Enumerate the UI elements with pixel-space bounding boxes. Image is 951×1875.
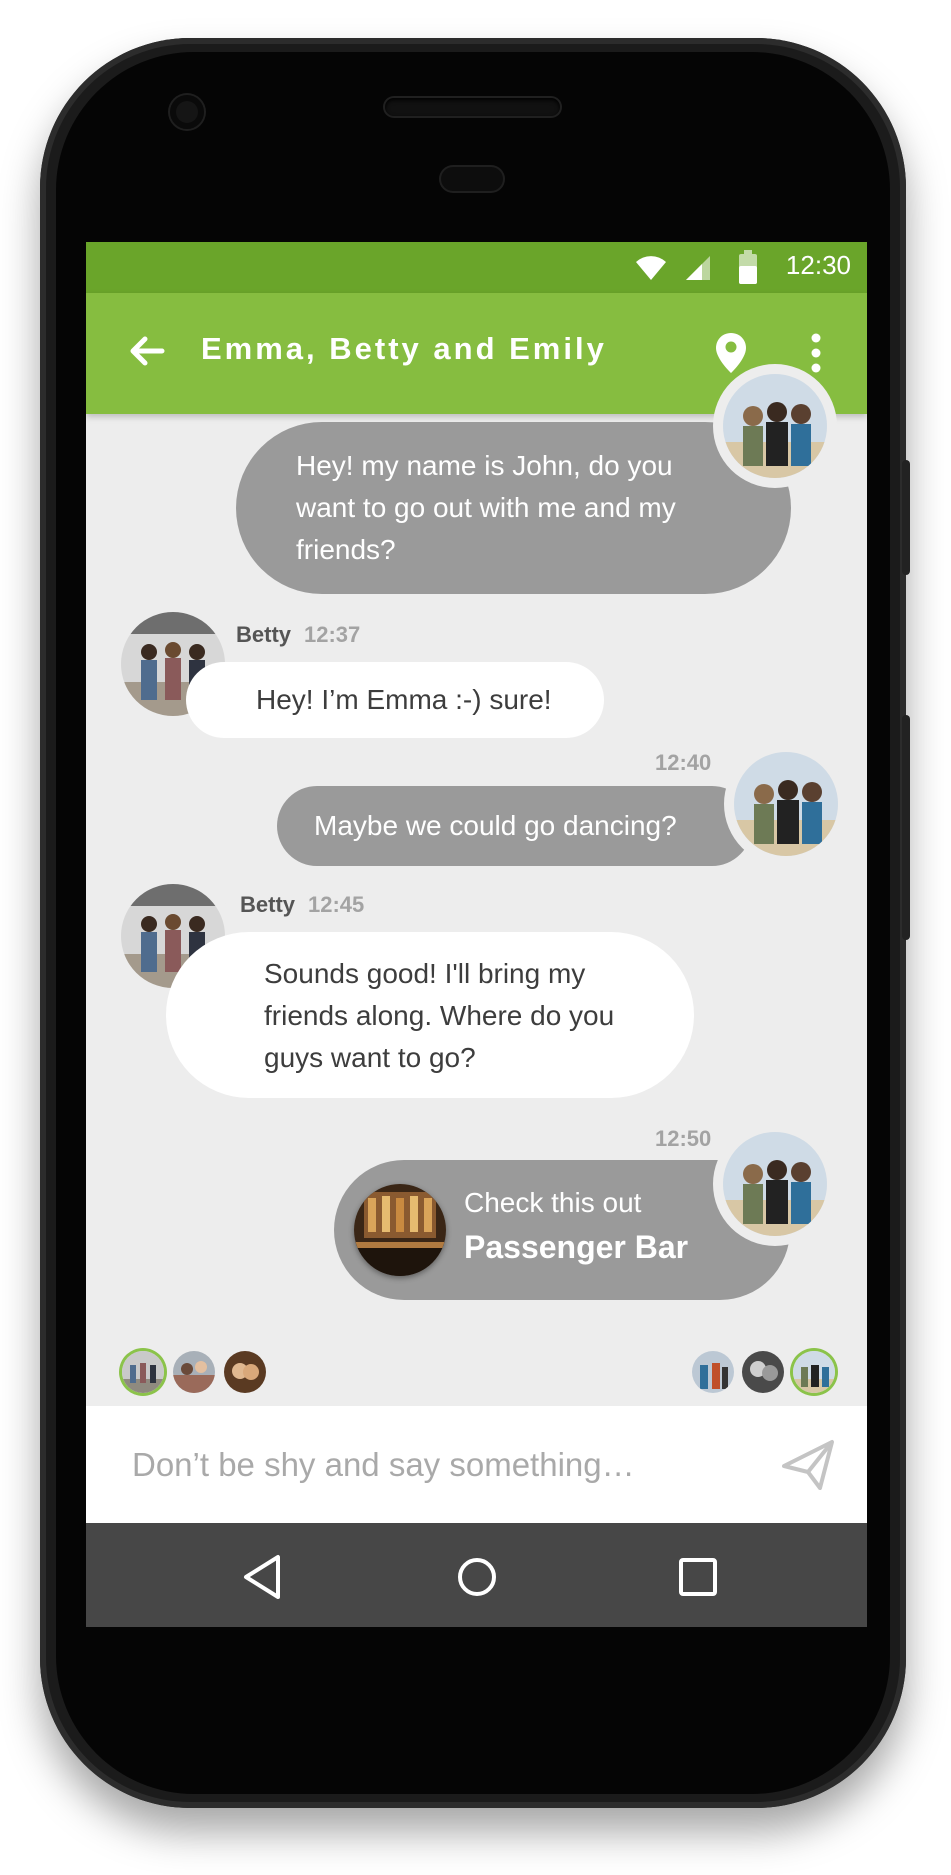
participant-avatar[interactable]: [224, 1351, 266, 1393]
arrow-left-icon[interactable]: [126, 331, 166, 371]
sender-name: Betty: [240, 892, 296, 917]
message-text: Hey! my name is John, do you want to go …: [296, 450, 676, 565]
back-triangle-icon[interactable]: [238, 1551, 290, 1603]
sender-name: Betty: [236, 622, 292, 647]
message-bubble-incoming[interactable]: Hey! I’m Emma :-) sure!: [186, 662, 604, 738]
avatar-john[interactable]: [723, 1132, 827, 1236]
read-receipt-avatar: [692, 1351, 734, 1393]
message-text: Maybe we could go dancing?: [314, 810, 677, 841]
system-nav-bar: [86, 1523, 867, 1627]
place-card-prefix: Check this out: [464, 1187, 642, 1218]
avatar-john[interactable]: [734, 752, 838, 856]
cell-signal-icon: [686, 256, 710, 280]
phone-screen: 12:30 Emma, Betty and Emily Hey! my name…: [86, 242, 867, 1627]
group-photo-icon: [793, 1351, 835, 1393]
message-timestamp: 12:45: [308, 892, 365, 917]
group-photo-icon: [224, 1351, 266, 1393]
send-icon[interactable]: [780, 1436, 836, 1492]
bar-photo-icon: [354, 1184, 446, 1276]
group-photo-icon: [692, 1351, 734, 1393]
message-text: Sounds good! I'll bring my friends along…: [264, 958, 615, 1073]
group-photo-icon: [734, 752, 838, 856]
message-bubble-incoming[interactable]: Sounds good! I'll bring my friends along…: [166, 932, 694, 1098]
volume-button: [902, 460, 910, 575]
message-bubble-outgoing[interactable]: Hey! my name is John, do you want to go …: [236, 422, 791, 594]
earpiece-speaker: [385, 98, 560, 116]
conversation-title: Emma, Betty and Emily: [201, 331, 607, 366]
message-timestamp: 12:40: [655, 750, 712, 775]
message-list[interactable]: Hey! my name is John, do you want to go …: [86, 374, 867, 1467]
location-pin-icon[interactable]: [714, 331, 748, 375]
message-timestamp: 12:50: [655, 1126, 712, 1151]
proximity-sensor: [441, 167, 503, 191]
group-photo-icon: [723, 1132, 827, 1236]
status-bar: 12:30: [86, 242, 867, 293]
participant-avatar[interactable]: [173, 1351, 215, 1393]
power-button: [902, 715, 910, 940]
group-photo-icon: [122, 1351, 164, 1393]
recents-square-icon[interactable]: [672, 1551, 724, 1603]
wifi-icon: [636, 256, 666, 280]
group-photo-icon: [173, 1351, 215, 1393]
front-camera: [170, 95, 204, 129]
avatar-john[interactable]: [723, 374, 827, 478]
group-photo-icon: [723, 374, 827, 478]
message-composer: [86, 1406, 867, 1523]
place-photo: [354, 1184, 446, 1276]
read-receipt-avatar: [742, 1351, 784, 1393]
place-card-name[interactable]: Passenger Bar: [464, 1226, 688, 1268]
group-photo-icon: [742, 1351, 784, 1393]
read-receipt-avatar: [793, 1351, 835, 1393]
message-input[interactable]: [130, 1436, 734, 1494]
participant-avatar[interactable]: [122, 1351, 164, 1393]
battery-icon: [739, 250, 757, 284]
status-time: 12:30: [785, 250, 851, 280]
message-text: Hey! I’m Emma :-) sure!: [256, 684, 552, 715]
more-vertical-icon[interactable]: [806, 331, 826, 375]
message-bubble-outgoing[interactable]: Maybe we could go dancing?: [277, 786, 752, 866]
message-timestamp: 12:37: [304, 622, 361, 647]
home-circle-icon[interactable]: [451, 1551, 503, 1603]
place-card-bubble[interactable]: Check this out Passenger Bar: [334, 1160, 790, 1300]
